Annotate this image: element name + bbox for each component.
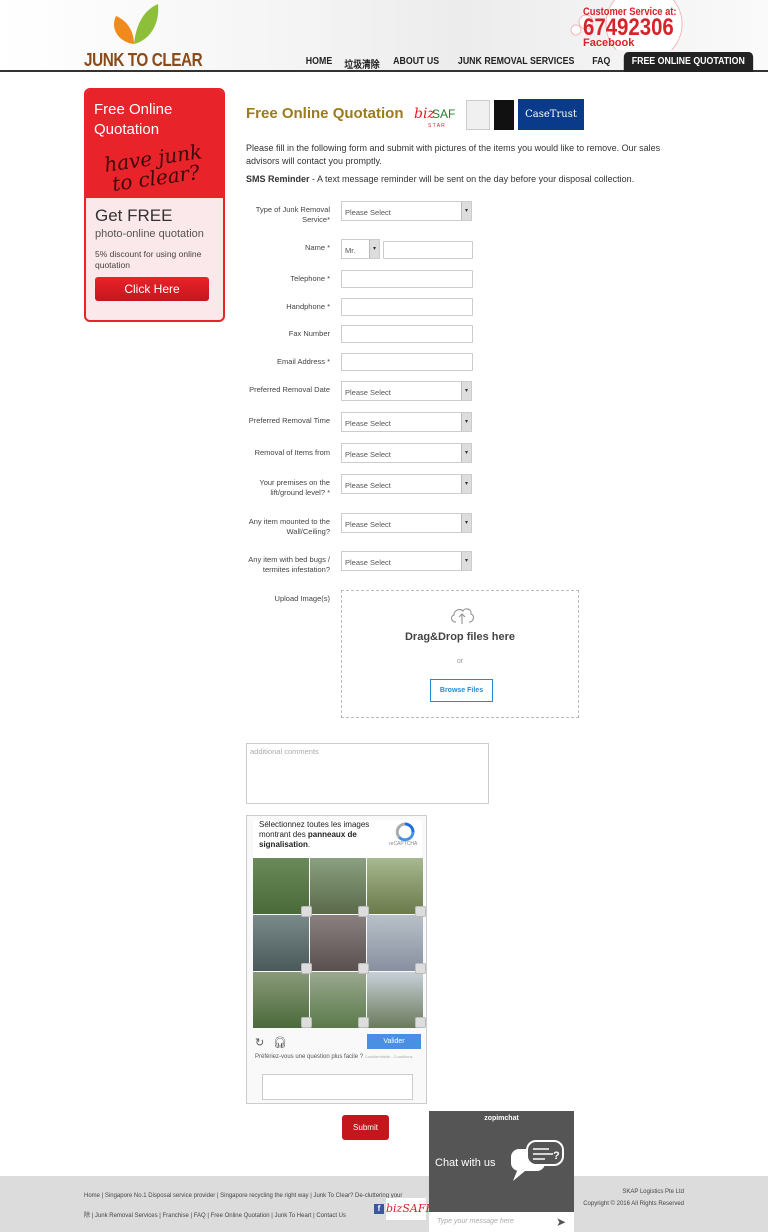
main-nav: HOME 垃圾清除 ABOUT US JUNK REMOVAL SERVICES…	[300, 52, 762, 72]
type-label: Type of Junk Removal Service*	[255, 205, 330, 224]
chat-brand: zopimchat	[484, 1115, 519, 1122]
footer-links-line1[interactable]: Home | Singapore No.1 Disposal service p…	[84, 1186, 434, 1206]
tile-handle	[358, 906, 369, 917]
page-title: Free Online Quotation	[246, 105, 404, 122]
name-input[interactable]	[383, 241, 473, 259]
comments-textarea[interactable]: additional comments	[246, 743, 489, 804]
nav-about[interactable]: ABOUT US	[390, 52, 443, 72]
lift-select[interactable]: Please Select ▾	[341, 474, 472, 494]
captcha-input[interactable]	[262, 1074, 413, 1100]
type-select[interactable]: Please Select ▾	[341, 201, 472, 221]
click-here-button[interactable]: Click Here	[95, 277, 209, 301]
tile-handle	[301, 1017, 312, 1028]
from-select[interactable]: Please Select ▾	[341, 443, 472, 463]
recaptcha-label: reCAPTCHA	[389, 841, 418, 847]
sms-reminder: SMS Reminder - A text message reminder w…	[246, 174, 635, 184]
tile-handle	[358, 963, 369, 974]
tile-handle	[358, 1017, 369, 1028]
tile-handle	[301, 906, 312, 917]
fax-input[interactable]	[341, 325, 473, 343]
tile-handle	[415, 906, 426, 917]
time-label: Preferred Removal Time	[248, 416, 330, 425]
bugs-label: Any item with bed bugs / termites infest…	[248, 555, 330, 574]
time-select[interactable]: Please Select ▾	[341, 412, 472, 432]
svg-text:SAFE: SAFE	[432, 107, 456, 121]
recaptcha-icon	[395, 822, 415, 842]
telephone-input[interactable]	[341, 270, 473, 288]
chat-widget[interactable]: zopimchat Chat with us ? Type your messa…	[429, 1111, 574, 1232]
handphone-label: Handphone *	[286, 302, 330, 311]
svg-text:S T A R: S T A R	[428, 123, 445, 129]
date-label: Preferred Removal Date	[249, 385, 330, 394]
facebook-link[interactable]: Facebook	[583, 37, 634, 49]
captcha-instruction: Sélectionnez toutes les images montrant …	[259, 820, 370, 849]
footer-company: SKAP Logistics Pte Ltd	[622, 1189, 684, 1195]
send-icon[interactable]: ➤	[556, 1215, 566, 1229]
intro-text: Please fill in the following form and su…	[246, 143, 661, 166]
sidebar-free: Get FREE	[95, 206, 173, 225]
drag-drop-text: Drag&Drop files here	[404, 631, 516, 643]
reload-icon[interactable]: ↻	[255, 1036, 264, 1049]
browse-files-button[interactable]: Browse Files	[430, 679, 493, 702]
easier-question-link[interactable]: Préfériez-vous une question plus facile …	[255, 1054, 413, 1060]
email-input[interactable]	[341, 353, 473, 371]
nav-services[interactable]: JUNK REMOVAL SERVICES	[455, 52, 578, 72]
footer: Home | Singapore No.1 Disposal service p…	[0, 1176, 768, 1232]
sidebar-discount: 5% discount for using online quotation	[95, 249, 202, 270]
header: JUNK TO CLEAR Customer Service at: 67492…	[0, 0, 768, 72]
footer-copyright-text: Copyright © 2016 All Rights Reserved	[583, 1201, 684, 1207]
logo-leaf-icon	[114, 4, 159, 44]
date-select[interactable]: Please Select ▾	[341, 381, 472, 401]
lift-label: Your premises on the lift/ground level? …	[259, 478, 330, 497]
audio-icon[interactable]: 🎧︎	[273, 1036, 287, 1049]
jas-anz-badge	[494, 100, 514, 130]
recaptcha-widget: Sélectionnez toutes les images montrant …	[246, 815, 427, 1104]
bizsafe-footer-logo: bizSAFE	[386, 1198, 434, 1220]
footer-copyright: SKAP Logistics Pte Ltd Copyright © 2016 …	[583, 1186, 684, 1210]
wall-select[interactable]: Please Select ▾	[341, 513, 472, 533]
submit-button[interactable]: Submit	[342, 1115, 389, 1140]
tile-handle	[301, 963, 312, 974]
sidebar-title: Free Online Quotation	[94, 101, 173, 138]
sidebar-photo: photo-online quotation	[95, 228, 204, 240]
chat-message-input[interactable]: Type your message here	[429, 1212, 574, 1232]
nav-chinese[interactable]: 垃圾清除	[341, 52, 383, 72]
valider-button[interactable]: Valider	[367, 1034, 421, 1049]
cloud-upload-icon	[450, 608, 475, 624]
nav-quotation[interactable]: FREE ONLINE QUOTATION	[623, 52, 753, 72]
name-label: Name *	[304, 243, 330, 252]
fax-label: Fax Number	[288, 329, 330, 338]
bugs-select[interactable]: Please Select ▾	[341, 551, 472, 571]
email-label: Email Address *	[277, 357, 330, 366]
casetrust-badge: CaseTrust	[518, 99, 584, 130]
nav-faq[interactable]: FAQ	[588, 52, 613, 72]
tile-handle	[415, 963, 426, 974]
upload-label: Upload Image(s)	[274, 594, 330, 603]
captcha-grid	[253, 858, 426, 1028]
svg-text:?: ?	[553, 1150, 560, 1162]
nav-home[interactable]: HOME	[302, 52, 335, 72]
sidebar-handwriting: have junk to clear?	[102, 139, 204, 196]
or-text: or	[456, 658, 464, 665]
chat-bubble-icon: ?	[511, 1140, 564, 1181]
chat-with-us[interactable]: Chat with us	[435, 1157, 496, 1169]
wall-label: Any item mounted to the Wall/Ceiling?	[248, 517, 330, 536]
tile-handle	[415, 1017, 426, 1028]
logo-text[interactable]: JUNK TO CLEAR	[84, 50, 203, 71]
telephone-label: Telephone *	[290, 274, 330, 283]
sidebar-promo: Free Online Quotation have junk to clear…	[84, 88, 225, 322]
handphone-input[interactable]	[341, 298, 473, 316]
from-label: Removal of Items from	[254, 448, 330, 457]
facebook-icon[interactable]: f	[374, 1204, 384, 1214]
upload-dropzone[interactable]: Drag&Drop files here or Browse Files	[341, 590, 579, 718]
title-select[interactable]: Mr. ▾	[341, 239, 380, 259]
iso-badge	[466, 100, 490, 130]
bizsafe-logo: biz SAFE S T A R	[414, 106, 456, 129]
